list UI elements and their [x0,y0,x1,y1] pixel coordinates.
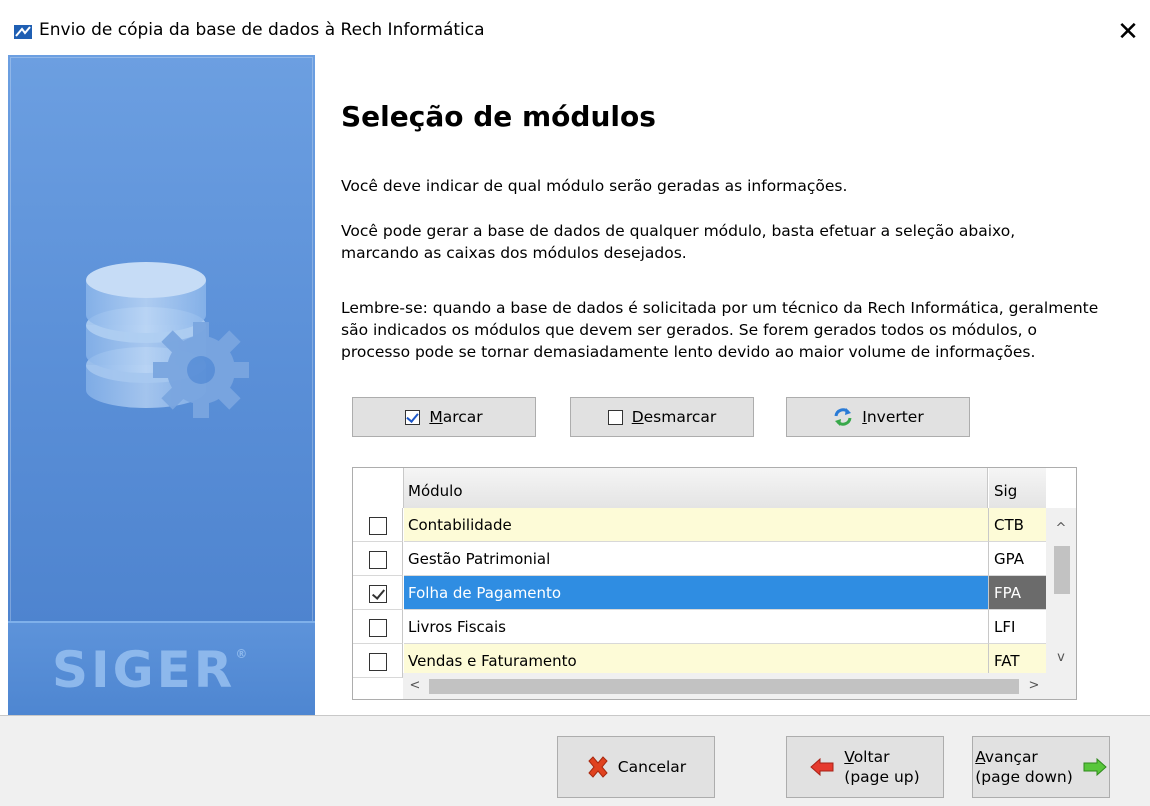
registered-mark: ® [235,647,251,661]
unmark-all-label: Desmarcar [631,408,717,426]
chevron-left-icon[interactable]: < [403,673,427,699]
cancel-button[interactable]: Cancelar [557,736,715,798]
table-row[interactable]: Contabilidade CTB [353,508,1046,542]
refresh-icon [834,408,852,426]
scroll-thumb[interactable] [429,679,1019,694]
arrow-left-icon [810,758,834,776]
reminder-line-3: processo pode se tornar demasiadamente l… [341,343,1036,361]
row-checkbox-checked[interactable] [369,585,387,603]
column-header-sig[interactable]: Sig [989,468,1046,508]
mark-all-button[interactable]: Marcar [352,397,536,437]
next-button[interactable]: Avançar (page down) [972,736,1110,798]
reminder-line-2: são indicados os módulos que devem ser g… [341,321,1037,339]
module-sig[interactable]: CTB [989,508,1046,542]
header-spacer [1046,468,1076,508]
instructions-line-1: Você pode gerar a base de dados de qualq… [341,222,1016,240]
logo-text: SIGER [52,641,236,699]
row-checkbox[interactable] [369,551,387,569]
invert-label: Inverter [862,408,924,426]
title-bar: Envio de cópia da base de dados à Rech I… [0,0,1150,55]
horizontal-scrollbar[interactable]: < > [403,673,1046,699]
vertical-scrollbar[interactable]: ^ v [1046,508,1076,673]
database-gear-icon [86,262,249,418]
table-row[interactable]: Livros Fiscais LFI [353,610,1046,644]
back-label: Voltar (page up) [844,748,920,786]
scroll-thumb[interactable] [1054,546,1070,594]
grid-header: Módulo Sig [353,468,1076,508]
scroll-corner [1046,673,1076,699]
module-name[interactable]: Contabilidade [404,508,989,542]
chevron-up-icon[interactable]: ^ [1046,518,1076,540]
chevron-down-icon[interactable]: v [1046,647,1076,669]
cancel-x-icon [588,756,608,778]
header-checkbox-cell [353,468,404,508]
row-checkbox-cell[interactable] [353,644,403,678]
module-name[interactable]: Gestão Patrimonial [404,542,989,576]
next-label: Avançar (page down) [975,748,1073,786]
window-title: Envio de cópia da base de dados à Rech I… [39,20,485,40]
row-checkbox[interactable] [369,619,387,637]
row-checkbox-cell[interactable] [353,542,403,576]
close-icon[interactable]: ✕ [1108,12,1148,52]
module-grid[interactable]: Módulo Sig Contabilidade CTB Gestão Patr… [352,467,1077,700]
row-checkbox-cell[interactable] [353,508,403,542]
row-checkbox[interactable] [369,517,387,535]
back-button[interactable]: Voltar (page up) [786,736,944,798]
intro-text: Você deve indicar de qual módulo serão g… [341,177,848,195]
table-row[interactable]: Gestão Patrimonial GPA [353,542,1046,576]
checked-box-icon [405,409,421,425]
row-checkbox-cell[interactable] [353,610,403,644]
instructions-line-2: marcando as caixas dos módulos desejados… [341,244,687,262]
chevron-right-icon[interactable]: > [1022,673,1046,699]
row-checkbox-cell[interactable] [353,576,403,610]
logo-band: SIGER® [8,621,315,715]
invert-button[interactable]: Inverter [786,397,970,437]
app-icon [14,25,32,39]
module-name[interactable]: Folha de Pagamento [404,576,989,610]
footer-bar: Cancelar Voltar (page up) Avançar (page … [0,715,1150,806]
cancel-label: Cancelar [617,758,687,776]
mark-all-label: Marcar [429,408,483,426]
page-title: Seleção de módulos [341,100,656,133]
column-header-module[interactable]: Módulo [404,468,988,508]
module-sig[interactable]: LFI [989,610,1046,644]
siger-logo: SIGER® [52,641,250,699]
module-name[interactable]: Livros Fiscais [404,610,989,644]
left-panel: SIGER® [8,55,315,715]
reminder-line-1: Lembre-se: quando a base de dados é soli… [341,299,1099,317]
unmark-all-button[interactable]: Desmarcar [570,397,754,437]
module-sig[interactable]: GPA [989,542,1046,576]
module-sig[interactable]: FPA [989,576,1046,610]
unchecked-box-icon [607,409,623,425]
table-row-selected[interactable]: Folha de Pagamento FPA [353,576,1046,610]
row-checkbox[interactable] [369,653,387,671]
arrow-right-icon [1083,758,1107,776]
